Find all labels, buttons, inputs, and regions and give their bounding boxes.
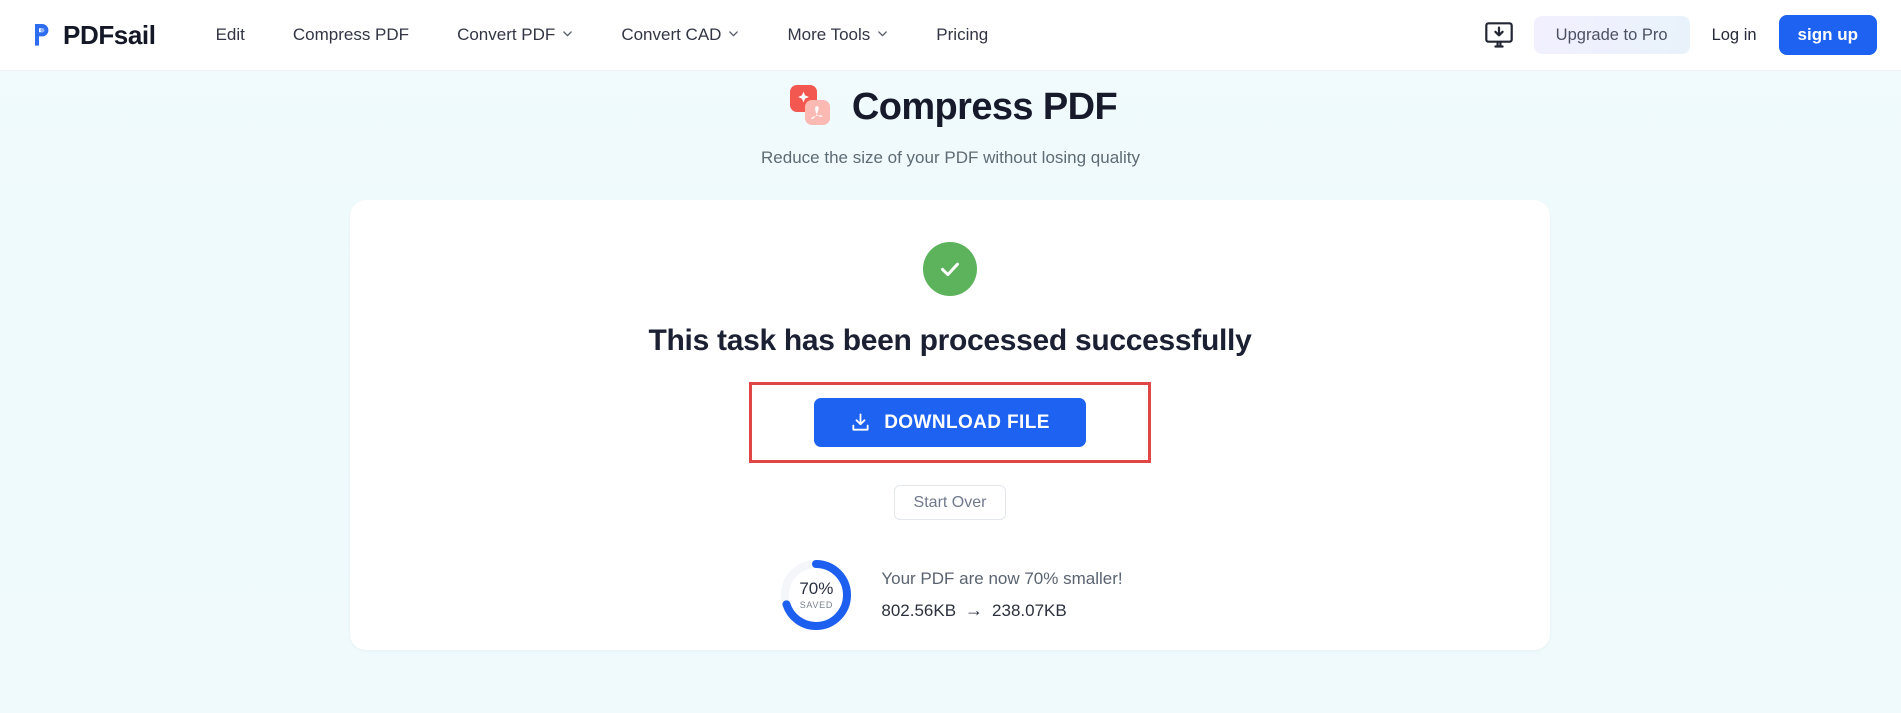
signup-button[interactable]: sign up — [1778, 15, 1877, 55]
nav-item-compress-pdf[interactable]: Compress PDF — [269, 0, 433, 70]
page-root: PDFsail Edit Compress PDF Convert PDF Co… — [0, 0, 1901, 713]
nav-item-convert-cad[interactable]: Convert CAD — [597, 0, 763, 70]
nav-item-label: More Tools — [787, 25, 871, 44]
nav-item-pricing[interactable]: Pricing — [912, 0, 1012, 70]
page-title: Compress PDF — [851, 86, 1118, 128]
nav-item-convert-pdf[interactable]: Convert PDF — [433, 0, 597, 70]
login-link[interactable]: Log in — [1712, 26, 1757, 45]
nav-item-label: Pricing — [936, 25, 989, 44]
savings-caption: SAVED — [799, 600, 834, 610]
upgrade-to-pro-button[interactable]: Upgrade to Pro — [1533, 16, 1690, 54]
download-icon — [850, 412, 871, 433]
page-subtitle: Reduce the size of your PDF without losi… — [761, 148, 1140, 167]
size-comparison: 802.56KB → 238.07KB — [881, 600, 1122, 621]
site-header: PDFsail Edit Compress PDF Convert PDF Co… — [0, 0, 1901, 71]
desktop-download-icon[interactable] — [1482, 18, 1516, 52]
chevron-down-icon — [562, 28, 573, 39]
chevron-down-icon — [877, 28, 888, 39]
download-highlight-box: DOWNLOAD FILE — [749, 382, 1151, 463]
savings-message: Your PDF are now 70% smaller! — [881, 569, 1123, 588]
download-file-label: DOWNLOAD FILE — [884, 411, 1050, 433]
hero-section: Compress PDF Reduce the size of your PDF… — [0, 71, 1901, 168]
result-card: This task has been processed successfull… — [350, 200, 1550, 650]
pdfsail-logo-icon — [24, 20, 54, 50]
success-message: This task has been processed successfull… — [648, 324, 1252, 357]
header-actions: Upgrade to Pro Log in sign up — [1482, 15, 1877, 55]
success-check-icon — [923, 242, 977, 296]
brand-name: PDFsail — [63, 19, 156, 50]
compression-stats: 70% SAVED Your PDF are now 70% smaller! … — [777, 556, 1123, 634]
nav-item-label: Convert CAD — [621, 25, 722, 44]
download-file-button[interactable]: DOWNLOAD FILE — [814, 398, 1086, 447]
start-over-button[interactable]: Start Over — [893, 485, 1007, 520]
nav-item-label: Edit — [215, 25, 245, 44]
upgrade-to-pro-label: Upgrade to Pro — [1555, 25, 1668, 44]
arrow-right-icon: → — [965, 600, 984, 620]
savings-percent: 70% — [799, 579, 834, 598]
nav-item-edit[interactable]: Edit — [192, 0, 269, 70]
compress-pdf-icon — [784, 79, 836, 136]
compressed-file-size: 238.07KB — [992, 600, 1067, 620]
original-file-size: 802.56KB — [881, 600, 957, 620]
savings-donut-chart: 70% SAVED — [777, 556, 855, 634]
signup-label: sign up — [1797, 25, 1858, 44]
hero-title-row: Compress PDF — [0, 79, 1901, 136]
start-over-label: Start Over — [913, 493, 987, 511]
chevron-down-icon — [728, 28, 739, 39]
main-nav: Edit Compress PDF Convert PDF Convert CA… — [192, 0, 1013, 70]
stats-text-block: Your PDF are now 70% smaller! 802.56KB →… — [881, 569, 1122, 621]
nav-item-label: Convert PDF — [457, 25, 556, 44]
nav-item-label: Compress PDF — [292, 25, 410, 44]
nav-item-more-tools[interactable]: More Tools — [763, 0, 912, 70]
brand-logo-link[interactable]: PDFsail — [24, 20, 156, 51]
